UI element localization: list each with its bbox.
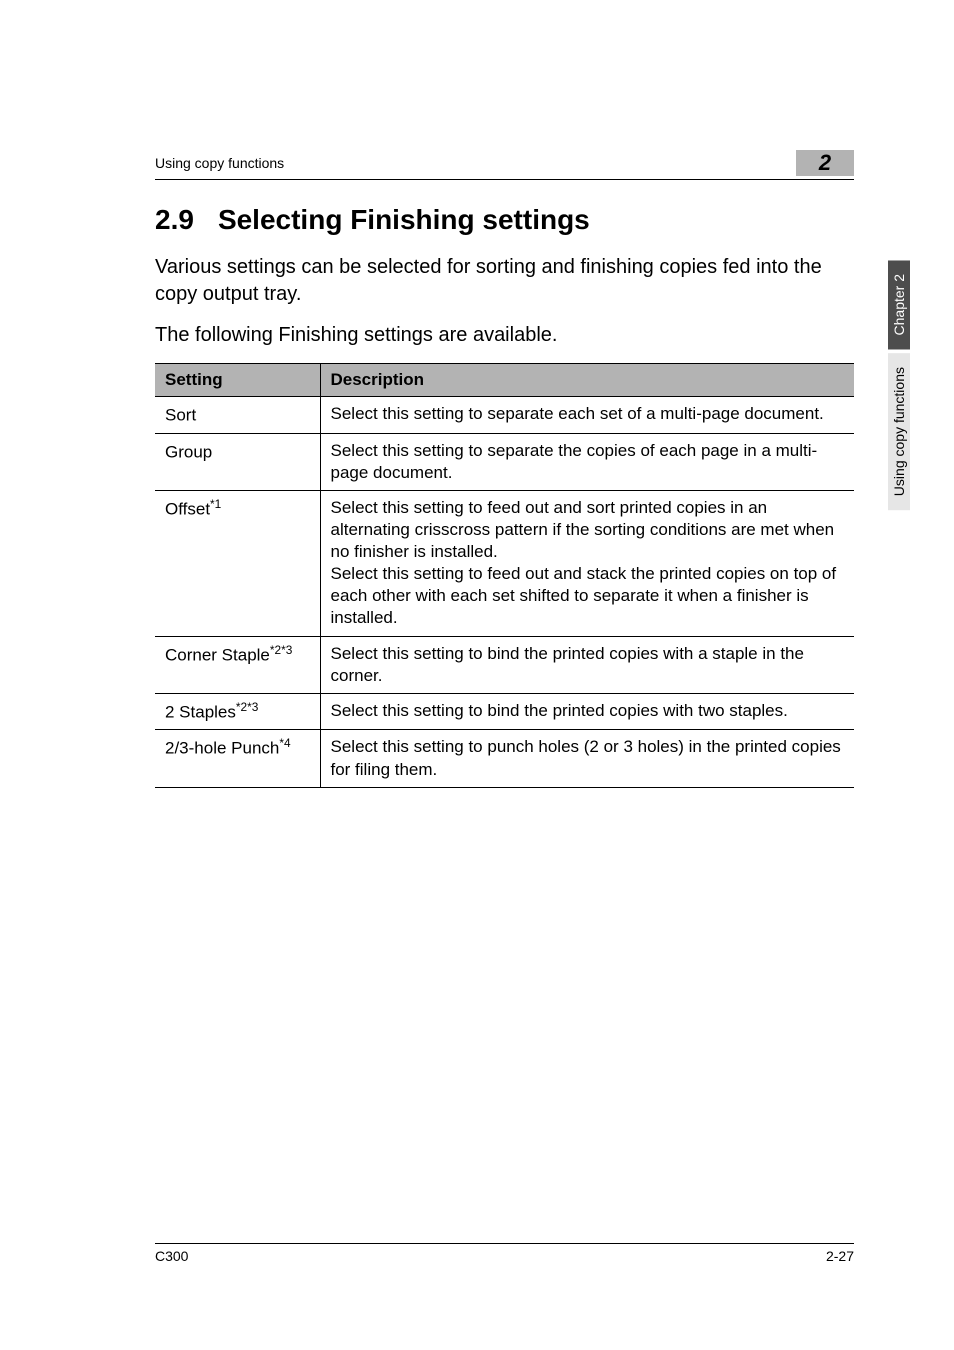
col-header-setting: Setting [155, 364, 320, 397]
setting-sup: *4 [279, 736, 290, 750]
setting-cell: Offset*1 [155, 490, 320, 636]
setting-cell: 2/3-hole Punch*4 [155, 730, 320, 787]
chapter-badge: 2 [796, 150, 854, 176]
table-row: Offset*1 Select this setting to feed out… [155, 490, 854, 636]
setting-sup: *2*3 [236, 700, 258, 714]
setting-name: 2 Staples [165, 702, 236, 721]
section-heading: 2.9 Selecting Finishing settings [155, 204, 854, 236]
table-row: 2 Staples*2*3 Select this setting to bin… [155, 693, 854, 730]
description-cell: Select this setting to feed out and sort… [320, 490, 854, 636]
intro-paragraph-2: The following Finishing settings are ava… [155, 322, 854, 349]
description-cell: Select this setting to punch holes (2 or… [320, 730, 854, 787]
setting-cell: Corner Staple*2*3 [155, 636, 320, 693]
section-number: 2.9 [155, 204, 194, 236]
col-header-description: Description [320, 364, 854, 397]
table-row: Sort Select this setting to separate eac… [155, 397, 854, 434]
setting-name: Group [165, 442, 212, 461]
table-row: 2/3-hole Punch*4 Select this setting to … [155, 730, 854, 787]
setting-name: 2/3-hole Punch [165, 739, 279, 758]
section-tab: Using copy functions [888, 353, 910, 510]
table-row: Corner Staple*2*3 Select this setting to… [155, 636, 854, 693]
chapter-tab: Chapter 2 [888, 260, 910, 349]
setting-cell: Sort [155, 397, 320, 434]
intro-paragraph-1: Various settings can be selected for sor… [155, 254, 854, 308]
description-cell: Select this setting to bind the printed … [320, 636, 854, 693]
setting-name: Sort [165, 406, 196, 425]
description-cell: Select this setting to bind the printed … [320, 693, 854, 730]
description-cell: Select this setting to separate the copi… [320, 433, 854, 490]
section-title: Selecting Finishing settings [218, 204, 590, 236]
setting-sup: *1 [210, 497, 221, 511]
footer-left: C300 [155, 1248, 188, 1264]
settings-table: Setting Description Sort Select this set… [155, 363, 854, 788]
description-cell: Select this setting to separate each set… [320, 397, 854, 434]
footer-right: 2-27 [826, 1248, 854, 1264]
table-header-row: Setting Description [155, 364, 854, 397]
setting-sup: *2*3 [270, 643, 292, 657]
setting-cell: 2 Staples*2*3 [155, 693, 320, 730]
side-tabs: Chapter 2 Using copy functions [888, 260, 910, 511]
setting-name: Offset [165, 500, 210, 519]
page-footer: C300 2-27 [155, 1243, 854, 1264]
table-row: Group Select this setting to separate th… [155, 433, 854, 490]
setting-name: Corner Staple [165, 645, 270, 664]
setting-cell: Group [155, 433, 320, 490]
running-head: Using copy functions [155, 155, 284, 171]
page-header: Using copy functions 2 [155, 150, 854, 180]
